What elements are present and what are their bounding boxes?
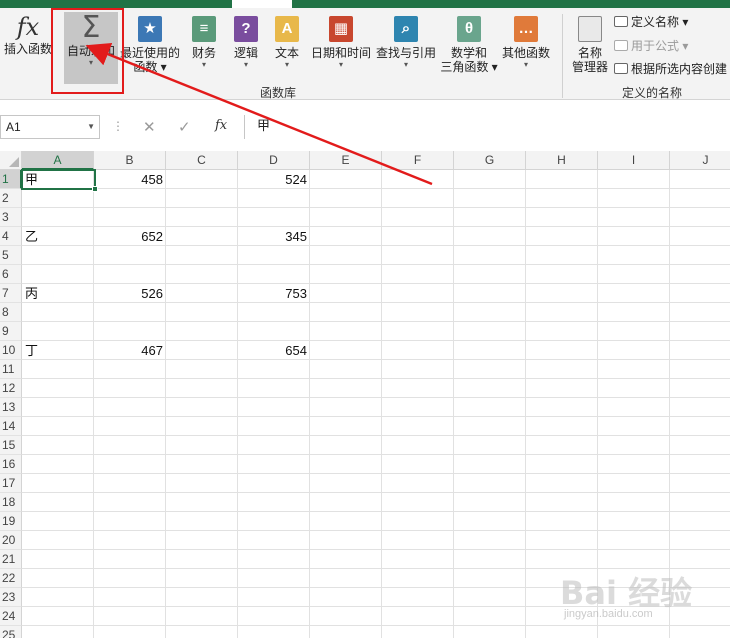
baidu-watermark: Bai 经验 jingyan.baidu.com <box>560 560 730 630</box>
annotation-arrow <box>85 43 433 186</box>
annotation-arrow-line <box>85 43 433 186</box>
watermark-url: jingyan.baidu.com <box>564 608 653 620</box>
